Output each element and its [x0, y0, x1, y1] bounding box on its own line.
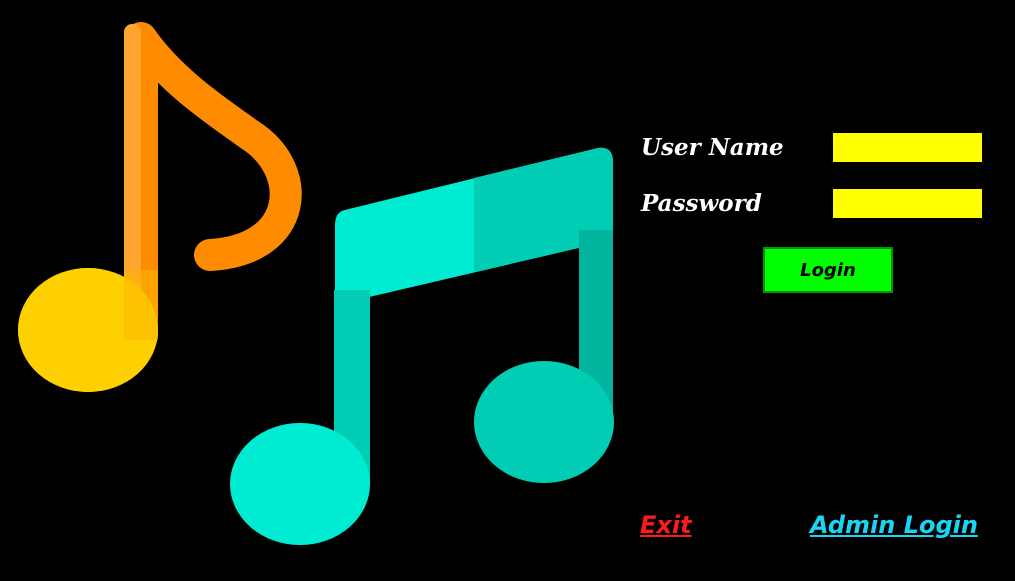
- eighth-note-icon: [18, 22, 302, 392]
- username-label: User Name: [641, 134, 784, 161]
- admin-login-link[interactable]: Admin Login: [810, 510, 978, 540]
- username-input[interactable]: [833, 133, 982, 162]
- password-label: Password: [641, 190, 762, 217]
- password-input[interactable]: [833, 189, 982, 218]
- login-button[interactable]: Login: [763, 247, 893, 293]
- exit-link[interactable]: Exit: [640, 510, 692, 540]
- music-notes-icon: [18, 22, 614, 545]
- login-window: User Name Password Login Exit Admin Logi…: [0, 0, 1015, 581]
